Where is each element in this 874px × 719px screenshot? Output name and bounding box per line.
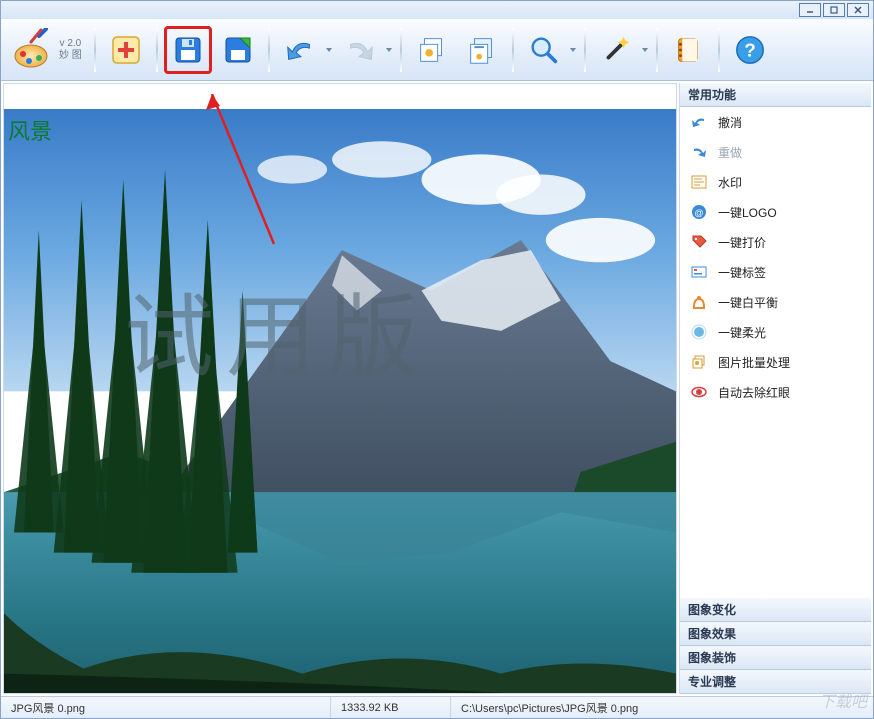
panel-section-2[interactable]: 图象装饰	[680, 646, 871, 670]
save-as-button[interactable]	[214, 26, 262, 74]
maximize-button[interactable]	[823, 3, 845, 17]
image-caption: 风景	[8, 114, 52, 146]
app-version: v 2.0 妙 图	[59, 38, 82, 62]
toolbar-separator	[584, 28, 586, 72]
panel-item-watermark[interactable]: 水印	[680, 167, 871, 197]
toolbar-separator	[718, 28, 720, 72]
panel-item-label: 一键白平衡	[718, 294, 778, 311]
status-filename: JPG风景 0.png	[1, 697, 331, 718]
titlebar	[1, 1, 873, 19]
logo-icon: @	[690, 203, 708, 221]
panel-item-label: 自动去除红眼	[718, 384, 790, 401]
panel-item-redo: 重做	[680, 137, 871, 167]
panel-section-1[interactable]: 图象效果	[680, 622, 871, 646]
undo-button[interactable]	[276, 26, 324, 74]
panel-item-label: 撤消	[718, 114, 742, 131]
annotation-arrow	[124, 94, 324, 294]
notes-button[interactable]	[664, 26, 712, 74]
image-content	[4, 109, 676, 694]
balance-icon	[690, 293, 708, 311]
undo-dropdown[interactable]	[324, 26, 334, 74]
batch-icon	[690, 353, 708, 371]
panel-item-logo[interactable]: @ 一键LOGO	[680, 197, 871, 227]
panel-item-label: 一键标签	[718, 264, 766, 281]
status-filepath: C:\Users\pc\Pictures\JPG风景 0.png	[451, 697, 873, 718]
panel-item-redeye[interactable]: 自动去除红眼	[680, 377, 871, 407]
panel-item-balance[interactable]: 一键白平衡	[680, 287, 871, 317]
panel-item-tag[interactable]: 一键标签	[680, 257, 871, 287]
site-watermark: 下载吧	[819, 688, 867, 712]
panel-item-label: 一键打价	[718, 234, 766, 251]
undo-icon	[690, 113, 708, 131]
redo-dropdown[interactable]	[384, 26, 394, 74]
statusbar: JPG风景 0.png 1333.92 KB C:\Users\pc\Pictu…	[1, 696, 873, 718]
help-button[interactable]: ?	[726, 26, 774, 74]
magic-wand-button[interactable]	[592, 26, 640, 74]
panel-item-soft[interactable]: 一键柔光	[680, 317, 871, 347]
soft-icon	[690, 323, 708, 341]
panel-item-batch[interactable]: 图片批量处理	[680, 347, 871, 377]
new-file-button[interactable]	[102, 26, 150, 74]
magic-dropdown[interactable]	[640, 26, 650, 74]
price-icon	[690, 233, 708, 251]
app-logo	[9, 26, 57, 74]
batch-button-1[interactable]	[408, 26, 456, 74]
panel-item-label: 一键LOGO	[718, 204, 777, 221]
svg-text:@: @	[694, 208, 703, 218]
panel-item-label: 图片批量处理	[718, 354, 790, 371]
watermark-icon	[690, 173, 708, 191]
panel-items-list: 撤消重做水印 @ 一键LOGO 一键打价一键标签一键白平衡一键柔光图片批量处理自动去除…	[680, 107, 871, 598]
redo-icon	[690, 143, 708, 161]
status-filesize: 1333.92 KB	[331, 697, 451, 718]
toolbar-separator	[512, 28, 514, 72]
side-panel: 常用功能 撤消重做水印 @ 一键LOGO 一键打价一键标签一键白平衡一键柔光图片批量处…	[679, 83, 871, 694]
minimize-button[interactable]	[799, 3, 821, 17]
toolbar-separator	[400, 28, 402, 72]
panel-item-label: 一键柔光	[718, 324, 766, 341]
toolbar: v 2.0 妙 图	[1, 19, 873, 81]
close-button[interactable]	[847, 3, 869, 17]
toolbar-separator	[156, 28, 158, 72]
save-button[interactable]	[164, 26, 212, 74]
panel-item-label: 水印	[718, 174, 742, 191]
toolbar-separator	[656, 28, 658, 72]
panel-section-0[interactable]: 图象变化	[680, 598, 871, 622]
version-text: v 2.0	[60, 38, 82, 50]
toolbar-separator	[94, 28, 96, 72]
panel-header-common[interactable]: 常用功能	[680, 83, 871, 107]
app-name-text: 妙 图	[59, 50, 82, 62]
zoom-dropdown[interactable]	[568, 26, 578, 74]
batch-button-2[interactable]	[458, 26, 506, 74]
redo-button[interactable]	[336, 26, 384, 74]
panel-item-label: 重做	[718, 144, 742, 161]
canvas-area[interactable]: 风景 试用版	[3, 83, 677, 694]
zoom-button[interactable]	[520, 26, 568, 74]
panel-item-undo[interactable]: 撤消	[680, 107, 871, 137]
redeye-icon	[690, 383, 708, 401]
svg-text:?: ?	[744, 40, 756, 61]
panel-item-price[interactable]: 一键打价	[680, 227, 871, 257]
tag-icon	[690, 263, 708, 281]
toolbar-separator	[268, 28, 270, 72]
